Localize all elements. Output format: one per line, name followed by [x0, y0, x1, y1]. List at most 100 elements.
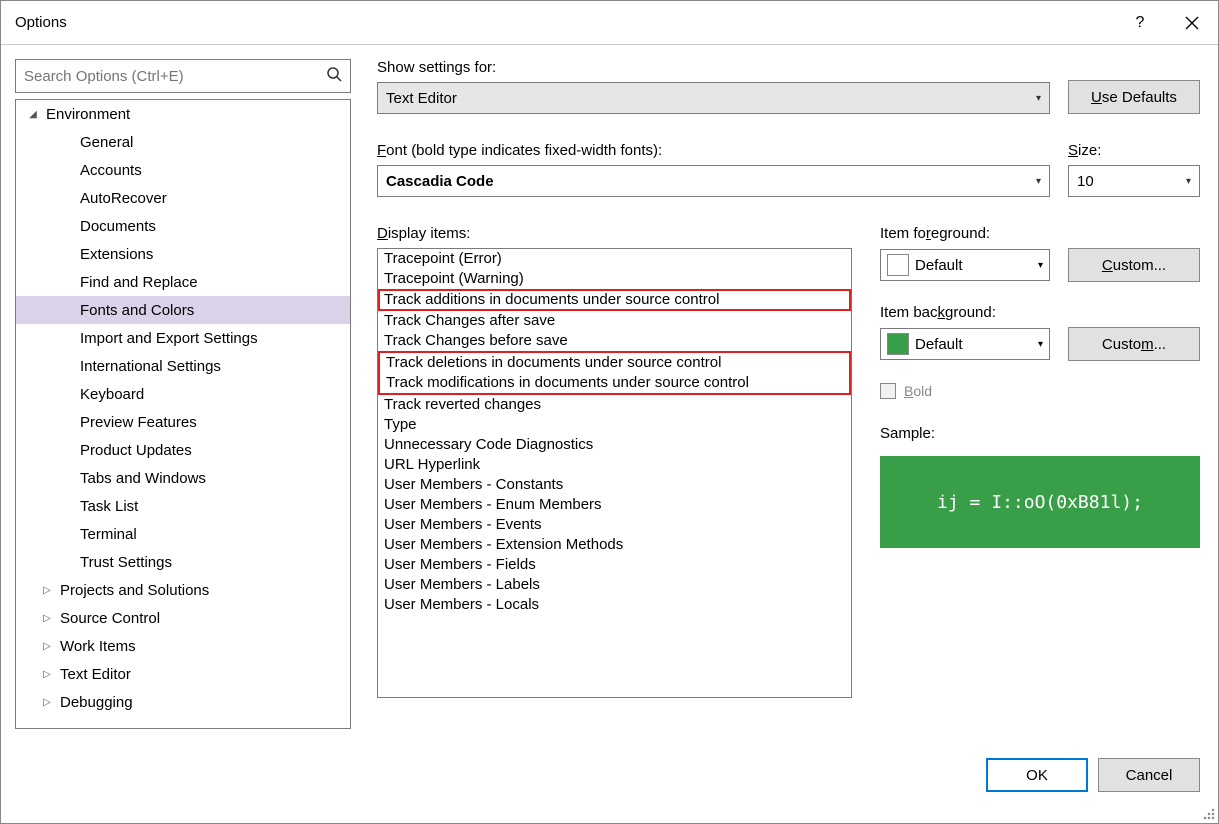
- list-item[interactable]: Track Changes before save: [378, 331, 851, 351]
- chevron-down-icon: ▾: [1186, 176, 1191, 187]
- tree-item-projects-and-solutions[interactable]: ▷ Projects and Solutions: [16, 576, 350, 604]
- tree-item-import-and-export-settings[interactable]: Import and Export Settings: [16, 324, 350, 352]
- ok-button[interactable]: OK: [986, 758, 1088, 792]
- list-item[interactable]: Tracepoint (Error): [378, 249, 851, 269]
- tree-item-label: Environment: [46, 106, 130, 123]
- list-item[interactable]: Track deletions in documents under sourc…: [380, 353, 849, 373]
- tree-item-find-and-replace[interactable]: Find and Replace: [16, 268, 350, 296]
- chevron-down-icon: ▾: [1038, 339, 1043, 350]
- titlebar: Options ?: [1, 1, 1218, 45]
- tree-item-international-settings[interactable]: International Settings: [16, 352, 350, 380]
- tree-item-label: Extensions: [80, 246, 153, 263]
- list-item[interactable]: User Members - Labels: [378, 575, 851, 595]
- tree-item-label: Debugging: [60, 694, 133, 711]
- tree-item-task-list[interactable]: Task List: [16, 492, 350, 520]
- chevron-down-icon: ▾: [1038, 260, 1043, 271]
- size-dropdown[interactable]: 10 ▾: [1068, 165, 1200, 197]
- size-label: Size:: [1068, 142, 1200, 159]
- tree-item-label: Source Control: [60, 610, 160, 627]
- tree-item-general[interactable]: General: [16, 128, 350, 156]
- close-button[interactable]: [1166, 1, 1218, 45]
- tree-item-label: Find and Replace: [80, 274, 198, 291]
- close-icon: [1185, 16, 1199, 30]
- sample-label: Sample:: [880, 425, 1200, 442]
- chevron-collapsed-icon: ▷: [40, 669, 54, 680]
- item-fg-dropdown[interactable]: Default ▾: [880, 249, 1050, 281]
- list-item[interactable]: User Members - Events: [378, 515, 851, 535]
- list-item[interactable]: User Members - Extension Methods: [378, 535, 851, 555]
- fg-swatch: [887, 254, 909, 276]
- list-item[interactable]: User Members - Enum Members: [378, 495, 851, 515]
- window-title: Options: [15, 14, 67, 31]
- list-item[interactable]: URL Hyperlink: [378, 455, 851, 475]
- dialog-footer: OK Cancel: [1, 745, 1218, 805]
- tree-item-work-items[interactable]: ▷ Work Items: [16, 632, 350, 660]
- chevron-collapsed-icon: ▷: [40, 613, 54, 624]
- tree-item-keyboard[interactable]: Keyboard: [16, 380, 350, 408]
- show-settings-label: Show settings for:: [377, 59, 1050, 76]
- list-item[interactable]: Track additions in documents under sourc…: [378, 289, 851, 311]
- tree-item-trust-settings[interactable]: Trust Settings: [16, 548, 350, 576]
- tree-item-extensions[interactable]: Extensions: [16, 240, 350, 268]
- sample-preview: ij = I::oO(0xB81l);: [880, 456, 1200, 548]
- search-input-field[interactable]: [24, 68, 326, 85]
- list-item[interactable]: User Members - Constants: [378, 475, 851, 495]
- display-items-listbox[interactable]: Tracepoint (Error)Tracepoint (Warning)Tr…: [377, 248, 852, 698]
- tree-item-label: General: [80, 134, 133, 151]
- tree-item-label: Keyboard: [80, 386, 144, 403]
- tree-item-label: Task List: [80, 498, 138, 515]
- list-item[interactable]: User Members - Locals: [378, 595, 851, 615]
- show-settings-dropdown[interactable]: Text Editor ▾: [377, 82, 1050, 114]
- list-item[interactable]: Track modifications in documents under s…: [380, 373, 849, 393]
- tree-item-terminal[interactable]: Terminal: [16, 520, 350, 548]
- tree-item-autorecover[interactable]: AutoRecover: [16, 184, 350, 212]
- cancel-button[interactable]: Cancel: [1098, 758, 1200, 792]
- tree-item-label: Documents: [80, 218, 156, 235]
- font-label: Font (bold type indicates fixed-width fo…: [377, 142, 1050, 159]
- chevron-collapsed-icon: ▷: [40, 641, 54, 652]
- resize-grip-icon[interactable]: [1203, 808, 1217, 822]
- tree-item-label: Import and Export Settings: [80, 330, 258, 347]
- tree-item-product-updates[interactable]: Product Updates: [16, 436, 350, 464]
- chevron-down-icon: ▾: [1036, 176, 1041, 187]
- tree-item-text-editor[interactable]: ▷Text Editor: [16, 660, 350, 688]
- tree-item-label: Product Updates: [80, 442, 192, 459]
- item-bg-dropdown[interactable]: Default ▾: [880, 328, 1050, 360]
- chevron-collapsed-icon: ▷: [40, 585, 54, 596]
- item-fg-label: Item foreground:: [880, 225, 1200, 242]
- bg-swatch: [887, 333, 909, 355]
- use-defaults-button[interactable]: Use Defaults: [1068, 80, 1200, 114]
- help-button[interactable]: ?: [1114, 1, 1166, 45]
- tree-item-label: Work Items: [60, 638, 136, 655]
- tree-item-documents[interactable]: Documents: [16, 212, 350, 240]
- display-items-label: Display items:: [377, 225, 852, 242]
- tree-item-tabs-and-windows[interactable]: Tabs and Windows: [16, 464, 350, 492]
- tree-item-label: AutoRecover: [80, 190, 167, 207]
- tree-item-label: Accounts: [80, 162, 142, 179]
- tree-item-label: Trust Settings: [80, 554, 172, 571]
- tree-item-label: Fonts and Colors: [80, 302, 194, 319]
- bold-checkbox[interactable]: [880, 383, 896, 399]
- tree-item-environment[interactable]: ◢ Environment: [16, 100, 350, 128]
- list-item[interactable]: Unnecessary Code Diagnostics: [378, 435, 851, 455]
- tree-item-label: Terminal: [80, 526, 137, 543]
- list-item[interactable]: Tracepoint (Warning): [378, 269, 851, 289]
- tree-item-accounts[interactable]: Accounts: [16, 156, 350, 184]
- tree-item-label: Tabs and Windows: [80, 470, 206, 487]
- tree-item-preview-features[interactable]: Preview Features: [16, 408, 350, 436]
- list-item[interactable]: User Members - Fields: [378, 555, 851, 575]
- tree-item-debugging[interactable]: ▷Debugging: [16, 688, 350, 716]
- tree-item-fonts-and-colors[interactable]: Fonts and Colors: [16, 296, 350, 324]
- search-input[interactable]: [15, 59, 351, 93]
- font-dropdown[interactable]: Cascadia Code ▾: [377, 165, 1050, 197]
- list-item[interactable]: Track reverted changes: [378, 395, 851, 415]
- tree-item-label: Preview Features: [80, 414, 197, 431]
- options-tree[interactable]: ◢ Environment General Accounts AutoRecover Do…: [15, 99, 351, 729]
- bg-custom-button[interactable]: Custom...: [1068, 327, 1200, 361]
- list-item[interactable]: Track Changes after save: [378, 311, 851, 331]
- fg-custom-button[interactable]: Custom...: [1068, 248, 1200, 282]
- tree-item-label: Projects and Solutions: [60, 582, 209, 599]
- chevron-expanded-icon: ◢: [26, 109, 40, 120]
- tree-item-source-control[interactable]: ▷ Source Control: [16, 604, 350, 632]
- list-item[interactable]: Type: [378, 415, 851, 435]
